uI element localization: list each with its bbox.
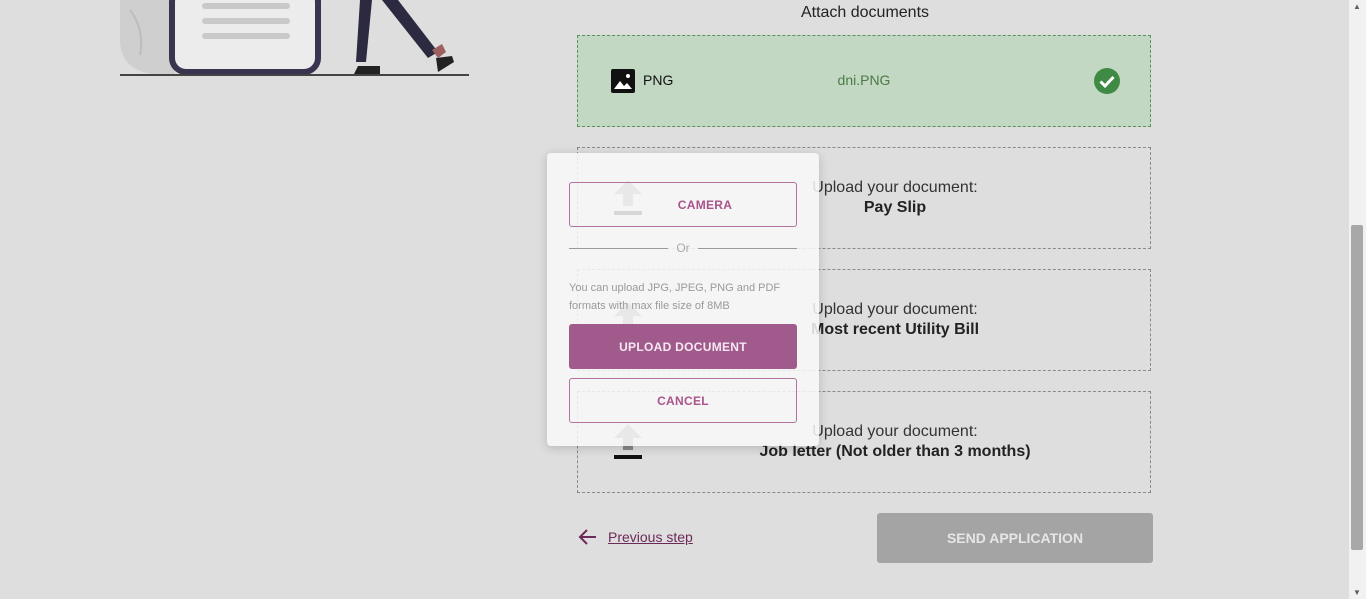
upload-options-modal: CAMERA Or You can upload JPG, JPEG, PNG … (547, 153, 819, 446)
scrollbar-thumb[interactable] (1351, 225, 1363, 550)
send-application-button[interactable]: SEND APPLICATION (877, 513, 1153, 563)
or-label: Or (676, 241, 690, 255)
upload-format-info: You can upload JPG, JPEG, PNG and PDF fo… (569, 282, 781, 312)
or-divider: Or (569, 241, 797, 255)
uploaded-document-card[interactable]: PNG dni.PNG (577, 35, 1151, 127)
page-scrollbar[interactable]: ▲ ▼ (1349, 0, 1366, 599)
cancel-button[interactable]: CANCEL (569, 378, 797, 423)
section-title: Attach documents (800, 4, 930, 21)
upload-document-button[interactable]: UPLOAD DOCUMENT (569, 324, 797, 369)
previous-step-link[interactable]: Previous step (578, 527, 693, 547)
application-illustration (120, 0, 469, 76)
previous-step-label[interactable]: Previous step (608, 529, 693, 545)
scroll-up-arrow-icon[interactable]: ▲ (1353, 2, 1361, 11)
arrow-left-icon (578, 529, 596, 545)
camera-button[interactable]: CAMERA (569, 182, 797, 227)
scroll-down-arrow-icon[interactable]: ▼ (1353, 588, 1361, 597)
file-name: dni.PNG (837, 72, 891, 88)
check-circle-icon (1094, 68, 1120, 94)
